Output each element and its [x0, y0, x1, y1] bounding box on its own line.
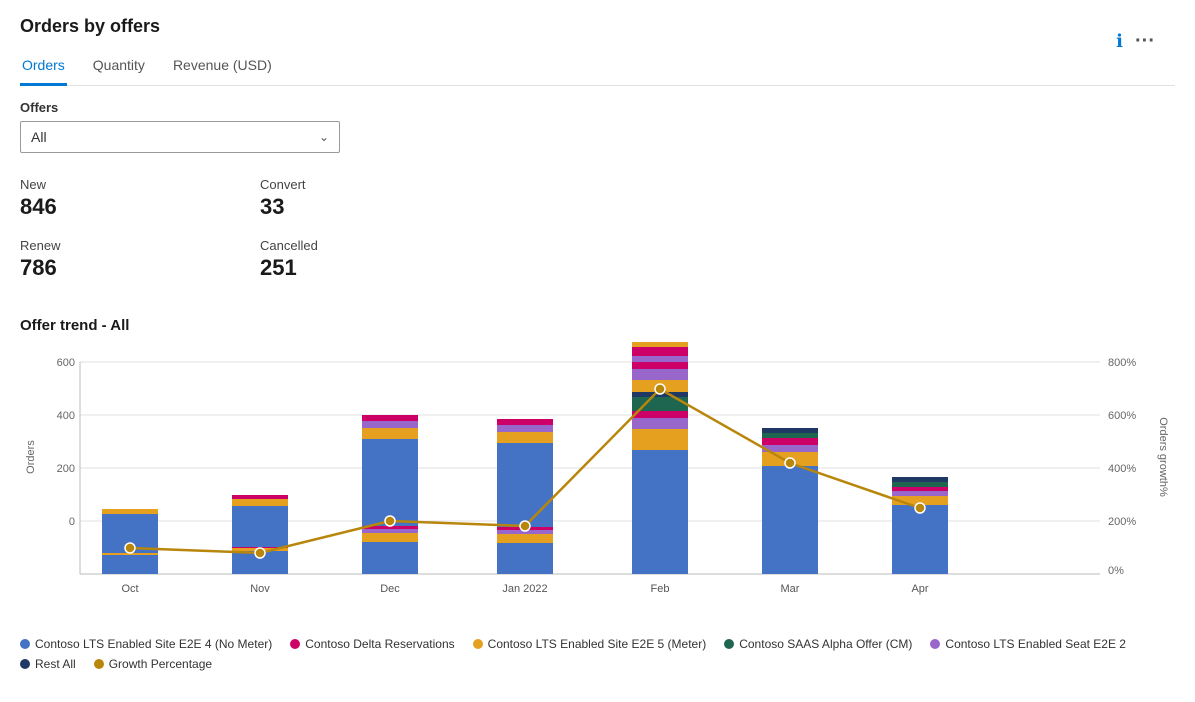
chevron-down-icon: ⌄: [319, 130, 329, 144]
legend-dot-purple: [930, 639, 940, 649]
tab-orders[interactable]: Orders: [20, 49, 67, 86]
chart-title: Offer trend - All: [20, 317, 1175, 334]
svg-text:200%: 200%: [1108, 516, 1136, 528]
svg-text:Oct: Oct: [121, 583, 138, 595]
legend-item-contoso-lts-site-e2e5: Contoso LTS Enabled Site E2E 5 (Meter): [473, 637, 707, 651]
more-options-icon[interactable]: ···: [1135, 30, 1155, 53]
chart-section: Offer trend - All 600 400 200 0 800% 600…: [20, 317, 1175, 671]
legend-label-0: Contoso LTS Enabled Site E2E 4 (No Meter…: [35, 637, 272, 651]
legend-label-3: Contoso SAAS Alpha Offer (CM): [739, 637, 912, 651]
svg-text:Feb: Feb: [651, 583, 670, 595]
metric-new: New 846: [20, 171, 260, 232]
legend-item-contoso-delta: Contoso Delta Reservations: [290, 637, 454, 651]
svg-text:400%: 400%: [1108, 463, 1136, 475]
tab-quantity[interactable]: Quantity: [91, 49, 147, 86]
legend-dot-teal: [724, 639, 734, 649]
svg-text:Dec: Dec: [380, 583, 400, 595]
offers-dropdown[interactable]: All ⌄: [20, 121, 340, 153]
legend-label-2: Contoso LTS Enabled Site E2E 5 (Meter): [488, 637, 707, 651]
legend-label-5: Rest All: [35, 657, 76, 671]
legend-label-6: Growth Percentage: [109, 657, 212, 671]
legend-item-growth-percentage: Growth Percentage: [94, 657, 212, 671]
chart-svg: 600 400 200 0 800% 600% 400% 200% 0% Ord…: [20, 342, 1170, 622]
header-icons: ℹ ···: [1116, 30, 1155, 53]
svg-text:Apr: Apr: [911, 583, 928, 595]
svg-text:Orders growth%: Orders growth%: [1157, 417, 1169, 497]
svg-text:Jan 2022: Jan 2022: [502, 583, 547, 595]
legend-dot-pink: [290, 639, 300, 649]
info-icon[interactable]: ℹ: [1116, 31, 1123, 52]
metric-convert: Convert 33: [260, 171, 500, 232]
chart-container: 600 400 200 0 800% 600% 400% 200% 0% Ord…: [20, 342, 1175, 627]
svg-text:Orders: Orders: [25, 440, 37, 474]
metrics-grid: New 846 Convert 33 Renew 786 Cancelled 2…: [20, 171, 500, 293]
legend-item-contoso-lts-seat: Contoso LTS Enabled Seat E2E 2: [930, 637, 1126, 651]
page-title: Orders by offers: [20, 16, 1175, 37]
tab-revenue[interactable]: Revenue (USD): [171, 49, 274, 86]
svg-text:0%: 0%: [1108, 565, 1124, 577]
legend-item-contoso-saas: Contoso SAAS Alpha Offer (CM): [724, 637, 912, 651]
legend-dot-navy: [20, 659, 30, 669]
svg-text:0: 0: [69, 516, 75, 528]
legend-dot-blue: [20, 639, 30, 649]
legend-label-4: Contoso LTS Enabled Seat E2E 2: [945, 637, 1126, 651]
legend-item-rest-all: Rest All: [20, 657, 76, 671]
svg-text:800%: 800%: [1108, 357, 1136, 369]
legend-label-1: Contoso Delta Reservations: [305, 637, 454, 651]
svg-text:200: 200: [57, 463, 75, 475]
legend-dot-gold: [94, 659, 104, 669]
metric-cancelled: Cancelled 251: [260, 232, 500, 293]
chart-legend: Contoso LTS Enabled Site E2E 4 (No Meter…: [20, 637, 1175, 671]
tabs-bar: Orders Quantity Revenue (USD): [20, 49, 1175, 86]
legend-item-contoso-lts-site-e2e4: Contoso LTS Enabled Site E2E 4 (No Meter…: [20, 637, 272, 651]
legend-dot-orange: [473, 639, 483, 649]
svg-text:400: 400: [57, 410, 75, 422]
metric-renew: Renew 786: [20, 232, 260, 293]
dropdown-value: All: [31, 129, 47, 145]
offers-label: Offers: [20, 100, 1175, 115]
svg-text:600: 600: [57, 357, 75, 369]
svg-text:Mar: Mar: [781, 583, 800, 595]
svg-text:600%: 600%: [1108, 410, 1136, 422]
svg-text:Nov: Nov: [250, 583, 270, 595]
